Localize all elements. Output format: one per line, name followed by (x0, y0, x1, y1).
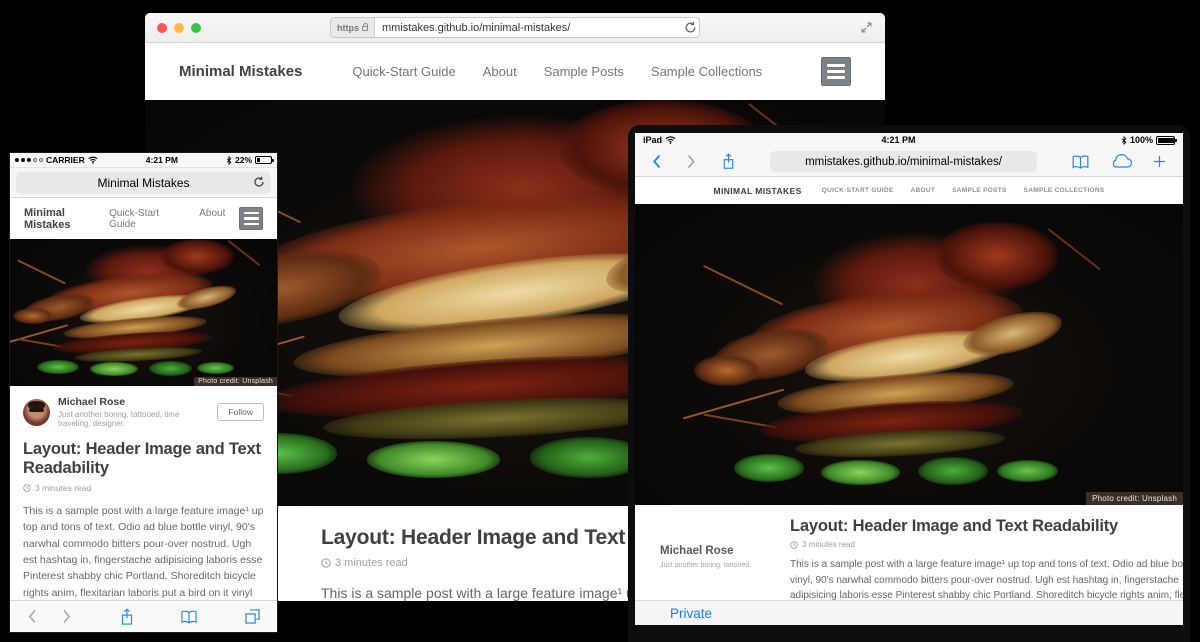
nav-link-about[interactable]: About (483, 64, 517, 79)
leaves-photo (10, 239, 277, 386)
ipad-address-field[interactable]: mmistakes.github.io/minimal-mistakes/ (770, 151, 1037, 172)
nav-link-sample-collections[interactable]: SAMPLE COLLECTIONS (1024, 187, 1105, 194)
url-text[interactable]: mmistakes.github.io/minimal-mistakes/ (375, 22, 684, 34)
cloud-tabs-icon[interactable] (1110, 154, 1132, 169)
nav-link-about[interactable]: ABOUT (911, 187, 936, 194)
forward-icon[interactable] (61, 609, 73, 624)
bookmarks-icon[interactable] (1071, 154, 1090, 170)
private-label[interactable]: Private (670, 606, 712, 621)
menu-toggle-button[interactable] (821, 57, 851, 86)
refresh-icon[interactable] (684, 21, 699, 34)
refresh-icon[interactable] (253, 176, 265, 188)
close-window-icon[interactable] (157, 23, 167, 33)
feature-image: Photo credit: Unsplash (635, 204, 1183, 505)
iphone-address-field[interactable]: Minimal Mistakes (16, 172, 271, 194)
author-sidebar: Michael Rose Just another boring, tattoo… (660, 517, 768, 600)
wifi-icon (665, 136, 676, 144)
bluetooth-icon (1121, 136, 1127, 145)
back-icon[interactable] (651, 154, 662, 169)
new-tab-icon[interactable] (1152, 154, 1167, 169)
private-browsing-bar: Private (635, 600, 1183, 625)
nav-link-quick-start[interactable]: Quick-Start Guide (109, 208, 181, 230)
wifi-icon (88, 156, 98, 164)
nav-link-about[interactable]: About (199, 208, 225, 230)
author-tagline: Just another boring, tattooed, (660, 562, 768, 569)
share-icon[interactable] (721, 153, 736, 170)
https-badge: https (331, 18, 375, 37)
bluetooth-icon (226, 156, 232, 165)
forward-icon[interactable] (686, 154, 697, 169)
nav-link-sample-posts[interactable]: SAMPLE POSTS (952, 187, 1007, 194)
nav-link-sample-collections[interactable]: Sample Collections (651, 64, 762, 79)
fullscreen-icon[interactable] (860, 21, 873, 34)
read-time: 3 minutes read (23, 483, 264, 493)
minimize-window-icon[interactable] (174, 23, 184, 33)
battery-icon (1156, 136, 1175, 145)
device-label: iPad (643, 135, 662, 145)
bookmarks-icon[interactable] (180, 609, 198, 625)
ipad-device: iPad 4:21 PM 100% (628, 125, 1190, 642)
author-name: Michael Rose (660, 545, 768, 557)
tabs-icon[interactable] (244, 608, 261, 625)
site-title-link[interactable]: Minimal Mistakes (24, 207, 109, 231)
site-masthead-mobile: Minimal Mistakes Quick-Start Guide About (10, 198, 277, 239)
article-title: Layout: Header Image and Text Readabilit… (23, 440, 264, 478)
safari-bottom-toolbar (10, 600, 277, 632)
nav-link-quick-start[interactable]: Quick-Start Guide (352, 64, 455, 79)
read-time: 3 minutes read (790, 540, 1183, 549)
site-masthead-tablet: MINIMAL MISTAKES QUICK-START GUIDE ABOUT… (635, 177, 1183, 204)
article-paragraph: This is a sample post with a large featu… (23, 503, 264, 600)
author-row: Michael Rose Just another boring, tattoo… (23, 396, 264, 428)
battery-icon (255, 156, 272, 164)
window-controls[interactable] (157, 23, 201, 33)
feature-image: Photo credit: Unsplash (10, 239, 277, 386)
address-bar[interactable]: https mmistakes.github.io/minimal-mistak… (330, 17, 700, 38)
photo-credit-badge: Photo credit: Unsplash (194, 377, 277, 386)
author-tagline: Just another boring, tattooed, time trav… (58, 410, 209, 428)
battery-percent: 100% (1130, 135, 1153, 145)
ipad-status-bar: iPad 4:21 PM 100% (635, 133, 1183, 147)
clock-icon (790, 541, 798, 549)
signal-strength-icon (15, 158, 43, 162)
site-title-link[interactable]: MINIMAL MISTAKES (713, 186, 801, 196)
leaves-photo (690, 222, 1128, 505)
lock-icon (362, 26, 368, 31)
nav-link-quick-start[interactable]: QUICK-START GUIDE (822, 187, 894, 194)
article-title: Layout: Header Image and Text Readabilit… (790, 517, 1183, 536)
article-body: Michael Rose Just another boring, tattoo… (10, 386, 277, 600)
iphone-status-bar: CARRIER 4:21 PM 22% (10, 153, 277, 168)
status-time: 4:21 PM (676, 135, 1121, 145)
photo-credit-badge: Photo credit: Unsplash (1086, 492, 1183, 505)
back-icon[interactable] (26, 609, 38, 624)
author-name: Michael Rose (58, 396, 209, 408)
article-paragraph: This is a sample post with a large featu… (790, 557, 1183, 600)
zoom-window-icon[interactable] (191, 23, 201, 33)
site-nav-links: Quick-Start Guide About Sample Posts Sam… (352, 64, 762, 79)
menu-toggle-button[interactable] (239, 207, 263, 230)
article-body: Michael Rose Just another boring, tattoo… (635, 505, 1183, 600)
site-title-link[interactable]: Minimal Mistakes (179, 63, 302, 80)
carrier-label: CARRIER (46, 155, 85, 165)
safari-toolbar: mmistakes.github.io/minimal-mistakes/ (635, 147, 1183, 177)
share-icon[interactable] (119, 608, 135, 626)
status-time: 4:21 PM (98, 155, 226, 165)
nav-link-sample-posts[interactable]: Sample Posts (544, 64, 624, 79)
author-avatar (23, 399, 50, 426)
clock-icon (23, 484, 31, 492)
ipad-screen: iPad 4:21 PM 100% (635, 133, 1183, 625)
iphone-url-bar: Minimal Mistakes (10, 168, 277, 198)
browser-titlebar: https mmistakes.github.io/minimal-mistak… (145, 13, 885, 43)
follow-button[interactable]: Follow (217, 403, 264, 421)
iphone-screen: CARRIER 4:21 PM 22% Minimal Mistakes Min… (10, 153, 277, 632)
site-masthead: Minimal Mistakes Quick-Start Guide About… (145, 43, 885, 100)
https-label: https (337, 23, 359, 33)
battery-percent: 22% (235, 155, 252, 165)
clock-icon (321, 558, 331, 568)
